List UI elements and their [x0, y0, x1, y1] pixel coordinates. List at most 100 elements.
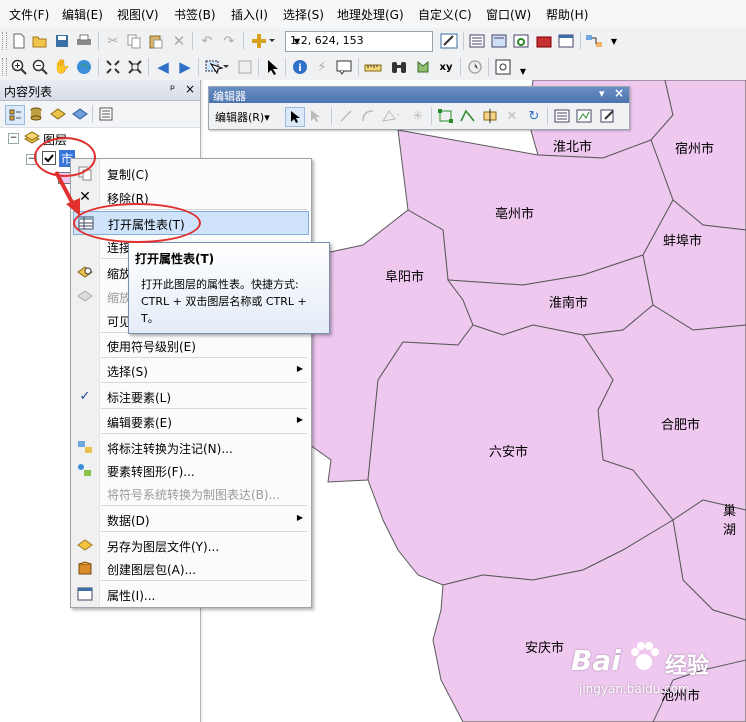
menu-item-properties[interactable]: 属性(I)...: [71, 582, 311, 606]
menu-item-use-symbol-levels[interactable]: 使用符号级别(E): [71, 333, 311, 357]
menu-windows[interactable]: 窗口(W): [486, 6, 531, 23]
map-label-fuyang: 阜阳市: [385, 270, 425, 285]
zoom-out-icon[interactable]: [31, 58, 49, 76]
close-icon[interactable]: ×: [185, 82, 195, 96]
package-icon: [77, 560, 93, 576]
cut-icon[interactable]: ✂: [104, 32, 122, 50]
split-line-icon[interactable]: ✕: [503, 107, 521, 125]
map-label-bengbu: 蚌埠市: [663, 234, 703, 249]
reshape-feature-icon[interactable]: [459, 107, 477, 125]
split-tool-icon[interactable]: ✳: [409, 107, 427, 125]
table-of-contents-icon[interactable]: [468, 32, 486, 50]
toolbar-overflow-icon[interactable]: ▼: [605, 32, 623, 50]
menu-bookmarks[interactable]: 书签(B): [174, 6, 216, 23]
straight-segment-icon[interactable]: [337, 107, 355, 125]
copy-icon[interactable]: [125, 32, 143, 50]
list-by-selection-icon[interactable]: [71, 105, 89, 123]
toolbar-grip[interactable]: [2, 32, 7, 50]
go-forward-arrow-icon[interactable]: ▶: [176, 58, 194, 76]
fixed-zoom-out-icon[interactable]: [126, 58, 144, 76]
select-features-icon[interactable]: [204, 58, 230, 76]
add-data-icon[interactable]: [249, 32, 277, 50]
attribute-table-tooltip: 打开属性表(T) 打开此图层的属性表。快捷方式: CTRL + 双击图层名称或 …: [128, 242, 330, 334]
create-features-icon[interactable]: [599, 107, 617, 125]
collapse-layers-toggle[interactable]: −: [8, 133, 19, 144]
toc-options-icon[interactable]: [97, 105, 115, 123]
menu-item-selection[interactable]: 选择(S) ▶: [71, 358, 311, 382]
go-to-xy-icon[interactable]: xy: [437, 58, 455, 76]
print-icon[interactable]: [75, 32, 93, 50]
pin-icon[interactable]: ᵖ: [170, 82, 175, 96]
go-back-arrow-icon[interactable]: ◀: [154, 58, 172, 76]
menu-file[interactable]: 文件(F): [9, 6, 49, 23]
clear-selection-icon[interactable]: [236, 58, 254, 76]
search-window-icon[interactable]: [512, 32, 530, 50]
menu-item-copy[interactable]: 复制(C): [71, 161, 311, 185]
hyperlink-icon[interactable]: ⚡: [313, 58, 331, 76]
construction-tools-icon[interactable]: [381, 107, 399, 125]
editor-title-bar[interactable]: 编辑器 ▾ ×: [209, 86, 629, 103]
fixed-zoom-in-icon[interactable]: [104, 58, 122, 76]
create-viewer-icon[interactable]: [494, 58, 512, 76]
map-label-suzhou: 宿州市: [675, 142, 715, 157]
catalog-icon[interactable]: [490, 32, 508, 50]
editor-dropdown-icon[interactable]: ▾: [599, 87, 605, 100]
end-point-arc-icon[interactable]: [359, 107, 377, 125]
menu-item-label: 编辑要素(E): [107, 416, 172, 430]
list-by-visibility-icon[interactable]: [49, 105, 67, 123]
measure-ruler-icon[interactable]: [364, 58, 382, 76]
menu-item-label: 创建图层包(A)...: [107, 563, 197, 577]
cut-polygons-icon[interactable]: [481, 107, 499, 125]
redo-icon[interactable]: ↷: [220, 32, 238, 50]
list-by-drawing-order-icon[interactable]: [5, 105, 25, 125]
menu-insert[interactable]: 插入(I): [231, 6, 268, 23]
menu-item-label-features[interactable]: ✓ 标注要素(L): [71, 384, 311, 408]
sketch-properties-icon[interactable]: [575, 107, 593, 125]
arctoolbox-icon[interactable]: [535, 32, 553, 50]
full-extent-globe-icon[interactable]: [75, 58, 93, 76]
new-document-icon[interactable]: [10, 32, 28, 50]
toolbar-grip[interactable]: [2, 58, 7, 76]
editor-menu-button[interactable]: 编辑器(R)▾: [215, 109, 270, 125]
time-slider-icon[interactable]: [466, 58, 484, 76]
model-builder-icon[interactable]: [585, 32, 603, 50]
menu-edit[interactable]: 编辑(E): [62, 6, 103, 23]
menu-item-edit-features[interactable]: 编辑要素(E) ▶: [71, 409, 311, 433]
menu-help[interactable]: 帮助(H): [546, 6, 588, 23]
map-scale-combobox[interactable]: 1:2, 624, 153 ▼: [285, 31, 433, 52]
identify-icon[interactable]: i: [291, 58, 309, 76]
editor-toolbar-window: 编辑器 ▾ × 编辑器(R)▾ ✳ ✕ ↻: [208, 86, 630, 130]
menu-geoprocessing[interactable]: 地理处理(G): [337, 6, 404, 23]
zoom-in-icon[interactable]: [10, 58, 28, 76]
find-binoculars-icon[interactable]: [390, 58, 408, 76]
menu-item-convert-labels[interactable]: 将标注转换为注记(N)...: [71, 435, 311, 459]
open-folder-icon[interactable]: [31, 32, 49, 50]
edit-annotation-tool-icon[interactable]: [307, 107, 325, 125]
menu-item-convert-symbology[interactable]: 将符号系统转换为制图表达(B)...: [71, 481, 311, 505]
menu-customize[interactable]: 自定义(C): [418, 6, 472, 23]
menu-selection[interactable]: 选择(S): [283, 6, 324, 23]
paste-icon[interactable]: [147, 32, 165, 50]
delete-icon[interactable]: ✕: [170, 32, 188, 50]
save-icon[interactable]: [53, 32, 71, 50]
list-by-source-icon[interactable]: [27, 105, 45, 123]
menu-item-data[interactable]: 数据(D) ▶: [71, 507, 311, 531]
select-elements-arrow-icon[interactable]: [264, 58, 282, 76]
edit-tool-arrow-icon[interactable]: [285, 107, 305, 127]
menu-item-create-layer-package[interactable]: 创建图层包(A)...: [71, 556, 311, 580]
toolbar-overflow-icon[interactable]: ▼: [514, 62, 532, 80]
menu-item-save-layer-file[interactable]: 另存为图层文件(Y)...: [71, 533, 311, 557]
attributes-window-icon[interactable]: [553, 107, 571, 125]
python-window-icon[interactable]: [557, 32, 575, 50]
html-popup-icon[interactable]: [335, 58, 353, 76]
editor-toolbar-icon[interactable]: [440, 32, 458, 50]
find-route-icon[interactable]: [414, 58, 432, 76]
pan-hand-icon[interactable]: ✋: [53, 58, 71, 76]
rotate-tool-icon[interactable]: ↻: [525, 107, 543, 125]
editor-close-icon[interactable]: ×: [614, 86, 624, 100]
menu-view[interactable]: 视图(V): [117, 6, 159, 23]
undo-icon[interactable]: ↶: [198, 32, 216, 50]
edit-vertices-icon[interactable]: [437, 107, 455, 125]
menu-item-features-to-graphics[interactable]: 要素转图形(F)...: [71, 458, 311, 482]
chevron-down-icon[interactable]: ▼: [290, 32, 304, 51]
